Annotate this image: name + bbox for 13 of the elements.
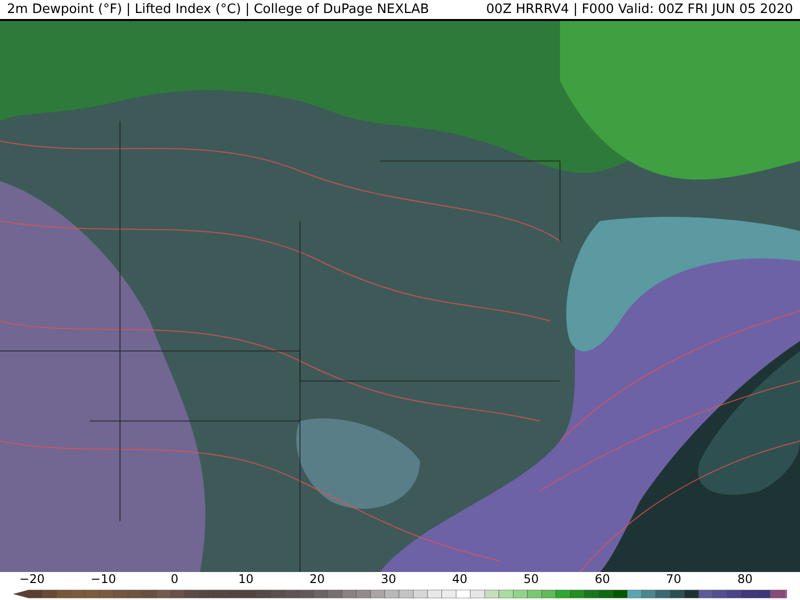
model-run-label: 00Z HRRRV4 | F000 Valid: 00Z FRI JUN 05 2020: [486, 0, 793, 19]
map-title: 2m Dewpoint (°F) | Lifted Index (°C) | College of DuPage NEXLAB: [7, 0, 430, 19]
colorbar-tick-label: 10: [238, 572, 254, 586]
colorbar-tick-label: 50: [523, 572, 539, 586]
colorbar-tick-label: 80: [737, 572, 753, 586]
colorbar-tick-label: 0: [170, 572, 178, 586]
colorbar-tick-label: 60: [594, 572, 610, 586]
colorbar-tick-label: 30: [380, 572, 396, 586]
colorbar-tick-label: −10: [90, 572, 116, 586]
colorbar-tick-label: 70: [666, 572, 682, 586]
colorbar-tick-label: −20: [19, 572, 45, 586]
colorbar-tick-label: 20: [310, 572, 325, 586]
colorbar-tick-label: 40: [452, 572, 468, 586]
